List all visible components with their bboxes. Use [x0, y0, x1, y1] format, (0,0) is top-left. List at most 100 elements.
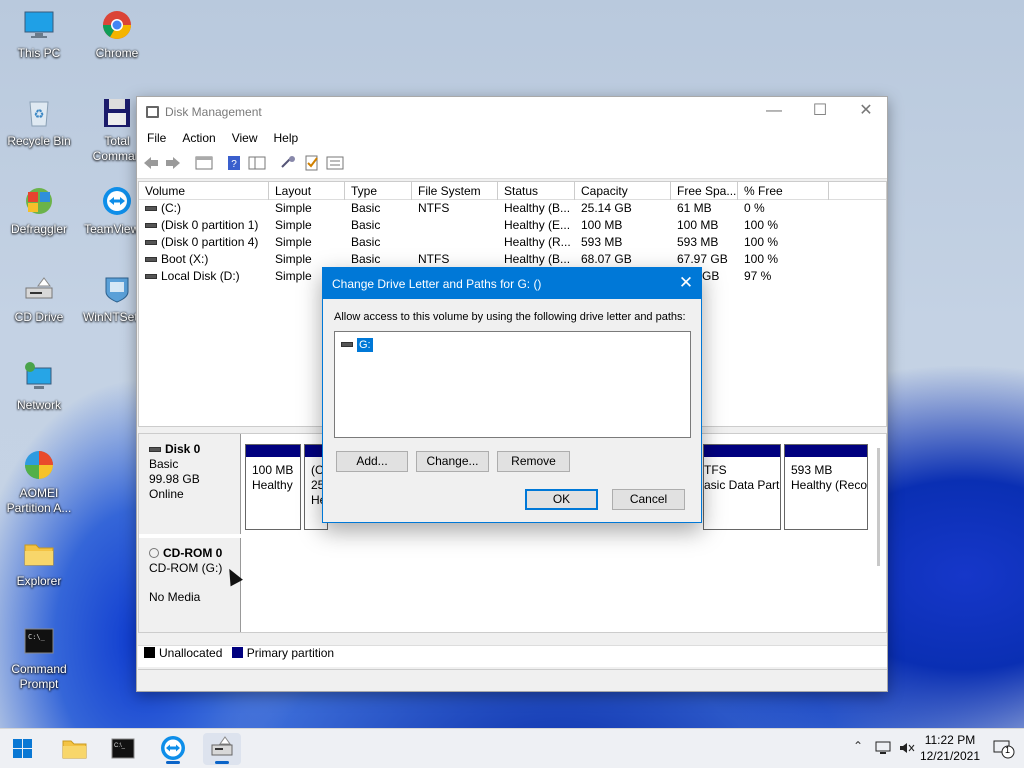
show-hide-pane-icon[interactable] [248, 155, 266, 171]
desktop-icon-label: Defraggler [10, 222, 68, 236]
volume-type: Basic [351, 218, 381, 232]
volume-type: Basic [351, 201, 381, 215]
window-title: Disk Management [165, 105, 262, 119]
column-header-capacity[interactable]: Capacity [575, 182, 671, 200]
teamviewer-icon [100, 184, 134, 218]
column-header-percent-free[interactable]: % Free [738, 182, 829, 200]
start-button[interactable] [4, 733, 42, 765]
remove-button[interactable]: Remove [497, 451, 570, 472]
taskbar-disk-management[interactable] [203, 733, 241, 765]
disk-icon [149, 447, 161, 453]
volume-fs: NTFS [418, 252, 450, 266]
svg-text:♻: ♻ [34, 107, 45, 121]
notification-icon[interactable]: 1 [992, 738, 1016, 760]
volume-capacity: 25.14 GB [581, 201, 632, 215]
desktop-icon-this-pc[interactable]: This PC [1, 8, 77, 61]
add-button[interactable]: Add... [336, 451, 408, 472]
desktop-icon-defraggler[interactable]: Defraggler [1, 184, 77, 237]
cd-drive-icon [22, 272, 56, 306]
volume-layout: Simple [275, 201, 312, 215]
volume-row[interactable]: (C:) Simple Basic NTFS Healthy (B... 25.… [139, 200, 886, 217]
legend-label-unallocated: Unallocated [159, 646, 223, 660]
partition-block[interactable]: TFS asic Data Part [703, 444, 781, 530]
volume-free: 67.97 GB [677, 252, 728, 266]
desktop-icon-label: Recycle Bin [7, 134, 71, 148]
column-header-status[interactable]: Status [498, 182, 575, 200]
help-icon[interactable]: ? [225, 155, 243, 171]
chrome-icon [100, 8, 134, 42]
volume-capacity: 100 MB [581, 218, 623, 232]
disk0-size: 99.98 GB [149, 472, 200, 486]
minimize-button[interactable]: — [751, 97, 797, 127]
show-hidden-icons-chevron-icon[interactable]: ⌃ [850, 739, 866, 757]
dialog-close-icon[interactable]: ✕ [671, 268, 701, 299]
partition-block[interactable]: 593 MB Healthy (Reco [784, 444, 868, 530]
connect-icon[interactable] [279, 155, 297, 171]
legend: Unallocated Primary partition [138, 645, 887, 667]
network-tray-icon[interactable] [874, 740, 892, 756]
cmd-icon: C:\_ [22, 624, 56, 658]
taskbar: C:\_ ⌃ 11:22 PM 12/21/2021 1 [0, 728, 1024, 768]
volume-muted-icon[interactable] [898, 740, 916, 756]
drive-icon [145, 257, 157, 263]
desktop-icon-cd-drive[interactable]: CD Drive [1, 272, 77, 325]
menu-action[interactable]: Action [174, 127, 223, 149]
drive-icon [145, 274, 157, 280]
menu-view[interactable]: View [224, 127, 266, 149]
forward-arrow-icon[interactable] [164, 155, 182, 171]
cancel-button[interactable]: Cancel [612, 489, 685, 510]
menu-file[interactable]: File [139, 127, 174, 149]
desktop-icon-explorer[interactable]: Explorer [1, 536, 77, 589]
disk0-label[interactable]: Disk 0 Basic 99.98 GB Online [139, 434, 241, 534]
ok-button[interactable]: OK [525, 489, 598, 510]
drive-path-item[interactable]: G: [341, 337, 373, 352]
dialog-description: Allow access to this volume by using the… [334, 311, 686, 323]
volume-layout: Simple [275, 252, 312, 266]
desktop-icon-chrome[interactable]: Chrome [79, 8, 155, 61]
column-header-volume[interactable]: Volume [139, 182, 269, 200]
dialog-titlebar[interactable]: Change Drive Letter and Paths for G: () … [323, 268, 701, 299]
column-header-file-system[interactable]: File System [412, 182, 498, 200]
volume-status: Healthy (R... [504, 235, 571, 249]
drive-paths-list[interactable]: G: [334, 331, 691, 438]
window-titlebar[interactable]: Disk Management — ☐ ✕ [137, 97, 887, 127]
volume-row[interactable]: (Disk 0 partition 4) Simple Basic Health… [139, 234, 886, 251]
volume-row[interactable]: (Disk 0 partition 1) Simple Basic Health… [139, 217, 886, 234]
notification-count-badge: 1 [1005, 745, 1011, 755]
column-header-free-space[interactable]: Free Spa... [671, 182, 738, 200]
volume-pct-free: 100 % [744, 235, 779, 249]
partition-block[interactable]: 100 MB Healthy [245, 444, 301, 530]
change-button[interactable]: Change... [416, 451, 489, 472]
taskbar-teamviewer[interactable] [154, 733, 192, 765]
volume-capacity: 68.07 GB [581, 252, 632, 266]
computer-icon [22, 8, 56, 42]
column-header-type[interactable]: Type [345, 182, 412, 200]
close-button[interactable]: ✕ [843, 97, 889, 127]
check-icon[interactable] [303, 155, 321, 171]
system-clock[interactable]: 11:22 PM 12/21/2021 [920, 732, 980, 764]
taskbar-command-prompt[interactable]: C:\_ [104, 733, 142, 765]
disk-pane-scrollbar[interactable] [877, 448, 880, 566]
disk0-type: Basic [149, 457, 179, 471]
drive-icon [145, 240, 157, 246]
desktop-icon-recycle-bin[interactable]: ♻ Recycle Bin [1, 96, 77, 149]
windows-logo-icon [13, 739, 32, 758]
desktop-icon-network[interactable]: Network [1, 360, 77, 413]
volume-free: 593 MB [677, 235, 719, 249]
legend-label-primary: Primary partition [246, 646, 335, 660]
cdrom0-label[interactable]: CD-ROM 0 CD-ROM (G:) No Media [139, 538, 241, 632]
volume-pct-free: 100 % [744, 252, 779, 266]
volume-status: Healthy (E... [504, 218, 571, 232]
back-arrow-icon[interactable] [142, 155, 160, 171]
maximize-button[interactable]: ☐ [797, 97, 843, 127]
volume-row[interactable]: Boot (X:) Simple Basic NTFS Healthy (B..… [139, 251, 886, 268]
column-header-layout[interactable]: Layout [269, 182, 345, 200]
taskbar-explorer[interactable] [55, 733, 93, 765]
desktop-icon-aomei[interactable]: AOMEI Partition A... [1, 448, 77, 516]
properties-icon[interactable] [195, 155, 213, 171]
volume-layout: Simple [275, 218, 312, 232]
list-view-icon[interactable] [326, 155, 344, 171]
svg-text:C:\_: C:\_ [28, 633, 46, 641]
desktop-icon-command-prompt[interactable]: C:\_ Command Prompt [1, 624, 77, 692]
menu-help[interactable]: Help [266, 127, 307, 149]
